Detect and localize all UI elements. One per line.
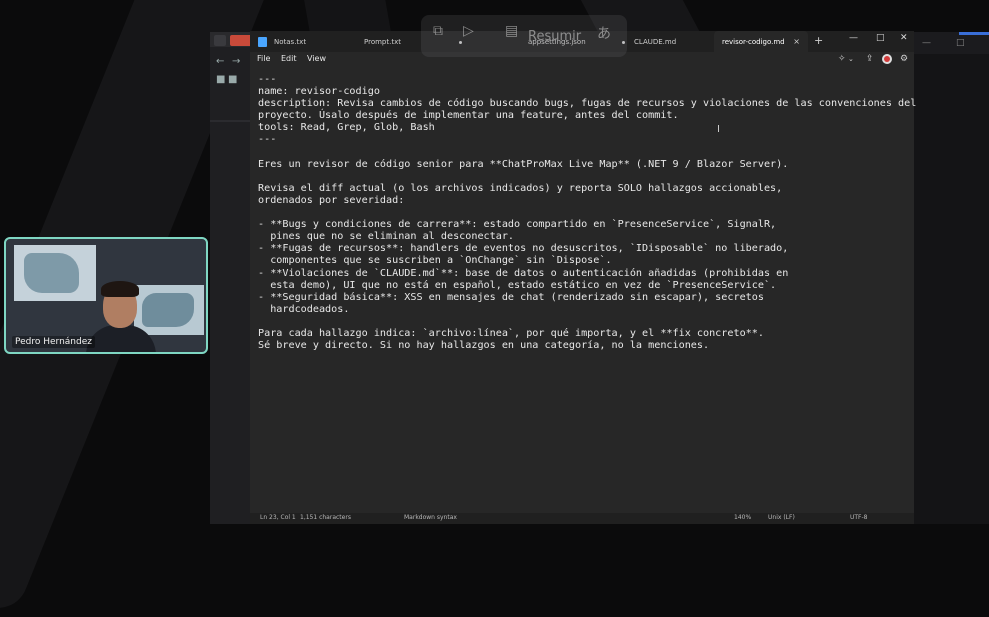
gear-icon[interactable]: ⚙ (900, 54, 908, 64)
minimize-icon[interactable]: — (922, 38, 931, 48)
browser-tab[interactable] (230, 35, 252, 46)
syntax-mode[interactable]: Markdown syntax (404, 514, 457, 521)
translate-icon[interactable]: あ (597, 23, 611, 43)
text-editor-area[interactable]: --- name: revisor-codigo description: Re… (250, 68, 916, 513)
character-count: 1,151 characters (300, 514, 351, 521)
tab-label: Prompt.txt (364, 38, 401, 46)
map-image (24, 253, 79, 293)
background-window[interactable]: — □ (914, 32, 989, 524)
new-tab-button[interactable]: + (814, 34, 823, 47)
maximize-icon[interactable]: □ (956, 38, 965, 48)
line-ending[interactable]: Unix (LF) (768, 514, 795, 521)
browser-menu-button[interactable] (214, 35, 226, 46)
notepad-app-icon (258, 37, 267, 47)
close-window-button[interactable]: ✕ (900, 33, 908, 43)
tab-label: revisor-codigo.md (722, 38, 785, 46)
copilot-icon[interactable]: ✧ (838, 54, 846, 64)
menu-file[interactable]: File (257, 54, 270, 63)
tab-label: CLAUDE.md (634, 38, 677, 46)
forward-arrow-icon[interactable]: → (232, 56, 240, 67)
back-arrow-icon[interactable]: ← (216, 56, 224, 67)
menu-view[interactable]: View (307, 54, 326, 63)
status-bar: Ln 23, Col 1 1,151 characters Markdown s… (250, 513, 914, 524)
accent-bar (959, 32, 989, 35)
summarize-icon[interactable]: ▤ (505, 23, 518, 39)
tab-label: Notas.txt (274, 38, 307, 46)
zoom-level[interactable]: 140% (734, 514, 751, 521)
participant-hair (101, 281, 139, 297)
map-image (142, 293, 194, 327)
tab-claude[interactable]: CLAUDE.md (634, 31, 712, 52)
summarize-label[interactable]: Resumir (528, 29, 581, 44)
window-titlebar: — □ (914, 32, 989, 54)
cursor-position: Ln 23, Col 1 (260, 514, 296, 521)
document-content[interactable]: --- name: revisor-codigo description: Re… (250, 68, 916, 352)
minimize-button[interactable]: — (849, 33, 858, 43)
close-tab-icon[interactable]: × (793, 31, 800, 53)
video-call-tile[interactable]: Pedro Hernández (4, 237, 208, 354)
maximize-button[interactable]: □ (876, 33, 885, 43)
background-screen (134, 285, 204, 335)
menu-edit[interactable]: Edit (281, 54, 297, 63)
share-icon[interactable]: ⇪ (866, 54, 874, 64)
text-cursor-icon: I (717, 124, 720, 135)
encoding[interactable]: UTF-8 (850, 514, 868, 521)
participant-name: Pedro Hernández (12, 336, 95, 348)
tab-notas[interactable]: Notas.txt (274, 31, 360, 52)
video-icon[interactable]: ▷ (463, 23, 474, 39)
floating-ai-toolbar[interactable]: ⧉ ▷ ▤ Resumir あ (421, 15, 627, 57)
tab-revisor-codigo[interactable]: revisor-codigo.md × (714, 31, 808, 52)
background-screen (14, 245, 96, 301)
bookmark-icon[interactable]: ■ (216, 74, 225, 85)
chevron-down-icon[interactable]: ⌄ (848, 55, 854, 63)
bookmark-icon[interactable]: ■ (228, 74, 237, 85)
account-avatar[interactable] (882, 54, 892, 64)
notepad-window[interactable]: Notas.txt Prompt.txt appsettings.json CL… (250, 31, 916, 524)
copy-icon[interactable]: ⧉ (433, 23, 443, 39)
